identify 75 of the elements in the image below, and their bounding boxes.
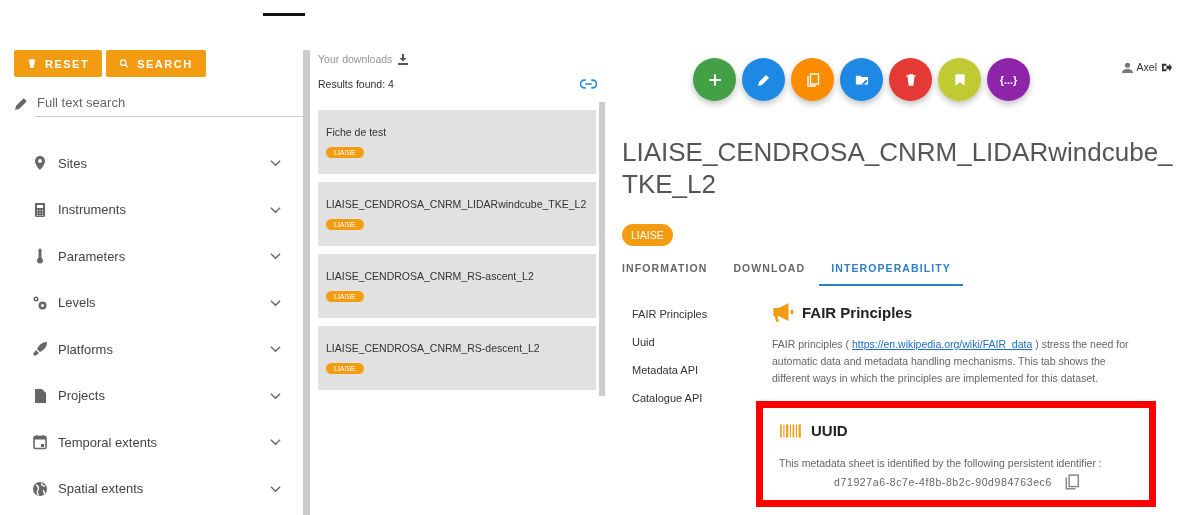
filter-item[interactable]: Temporal extents [32, 419, 283, 466]
trash-icon [903, 72, 918, 87]
filter-label: Sites [58, 155, 88, 171]
result-title: Fiche de test [326, 126, 387, 138]
trash-icon [27, 58, 37, 69]
wikipedia-link[interactable]: https://en.wikipedia.org/wiki/FAIR_data [851, 338, 1033, 350]
pencil-icon [14, 96, 29, 111]
result-title: LIAISE_CENDROSA_CNRM_RS-descent_L2 [326, 342, 540, 354]
calendar-icon [32, 434, 48, 451]
tab-indicator [263, 13, 305, 16]
document-icon [32, 387, 48, 404]
record-title: LIAISE_CENDROSA_CNRM_LIDARwindcube_TKE_L2 [622, 136, 1174, 200]
barcode-icon [779, 422, 803, 439]
add-button[interactable] [693, 58, 736, 101]
uuid-value: d71927a6-8c7e-4f8b-8b2c-90d984763ec6 [834, 476, 1052, 488]
folder-edit-button[interactable] [840, 58, 883, 101]
filter-item[interactable]: Spatial extents [32, 465, 283, 512]
filter-item[interactable]: Parameters [32, 233, 283, 280]
chevron-icon [270, 298, 281, 307]
uuid-description: This metadata sheet is identified by the following persistent identifier : [779, 456, 1103, 471]
download-icon [397, 53, 410, 65]
result-title: LIAISE_CENDROSA_CNRM_LIDARwindcube_TKE_L2 [326, 198, 587, 210]
filter-label: Parameters [58, 248, 127, 264]
pin-icon [32, 155, 48, 172]
filter-item[interactable]: Projects [32, 372, 283, 419]
section-link[interactable]: FAIR Principles [632, 308, 772, 320]
user-icon [1121, 61, 1133, 73]
chevron-icon [270, 205, 281, 214]
filter-item[interactable]: Sites [32, 140, 283, 187]
delete-button[interactable] [889, 58, 932, 101]
results-count: Results found: 4 [318, 78, 394, 90]
section-link[interactable]: Metadata API [632, 364, 772, 376]
section-heading: FAIR Principles [802, 303, 913, 321]
filter-item[interactable]: Levels [32, 279, 283, 326]
section-link[interactable]: Uuid [632, 336, 772, 348]
search-icon [119, 58, 130, 69]
tab[interactable]: INFORMATION [622, 254, 720, 286]
fair-description: FAIR principles ( https://en.wikipedia.org/wiki/FAIR_data ) stress the need for automatic data and metadata handling mechanisms. This tab shows the different ways in which the principles are implemented for this dataset. [772, 337, 1130, 386]
copy-button[interactable] [791, 58, 834, 101]
link-icon[interactable] [580, 79, 597, 89]
bookmark-button[interactable] [938, 58, 981, 101]
tab[interactable]: DOWNLOAD [721, 254, 818, 286]
filter-item[interactable]: Instruments [32, 186, 283, 233]
logout-icon [1161, 61, 1172, 73]
chevron-icon [270, 252, 281, 261]
chevron-icon [270, 391, 281, 400]
edit-button[interactable] [742, 58, 785, 101]
pencil-icon [756, 72, 771, 87]
tab[interactable]: INTEROPERABILITY [819, 254, 963, 286]
chevron-icon [270, 345, 281, 354]
project-tag: LIAISE [622, 224, 673, 246]
filter-label: Projects [58, 388, 106, 404]
calculator-icon [32, 201, 48, 218]
filter-label: Platforms [58, 341, 114, 357]
filter-label: Levels [58, 295, 97, 311]
filter-label: Temporal extents [58, 434, 158, 450]
plus-icon [707, 72, 722, 87]
chevron-icon [270, 159, 281, 168]
globe-icon [32, 480, 48, 497]
chevron-icon [270, 438, 281, 447]
scrollbar[interactable] [599, 102, 605, 396]
filter-label: Instruments [58, 202, 127, 218]
section-link[interactable]: Catalogue API [632, 392, 772, 404]
copy-icon [805, 72, 820, 87]
filter-item[interactable]: Platforms [32, 326, 283, 373]
section-heading: UUID [811, 422, 848, 439]
result-title: LIAISE_CENDROSA_CNRM_RS-ascent_L2 [326, 270, 534, 282]
json-button[interactable]: {...} [987, 58, 1030, 101]
user-menu[interactable]: Axel [1121, 61, 1172, 73]
scrollbar[interactable] [303, 50, 310, 515]
copy-icon[interactable] [1063, 474, 1080, 490]
filter-label: Spatial extents [58, 481, 145, 497]
bookmark-icon [952, 72, 967, 87]
chevron-icon [270, 484, 281, 493]
megaphone-icon [772, 302, 794, 322]
